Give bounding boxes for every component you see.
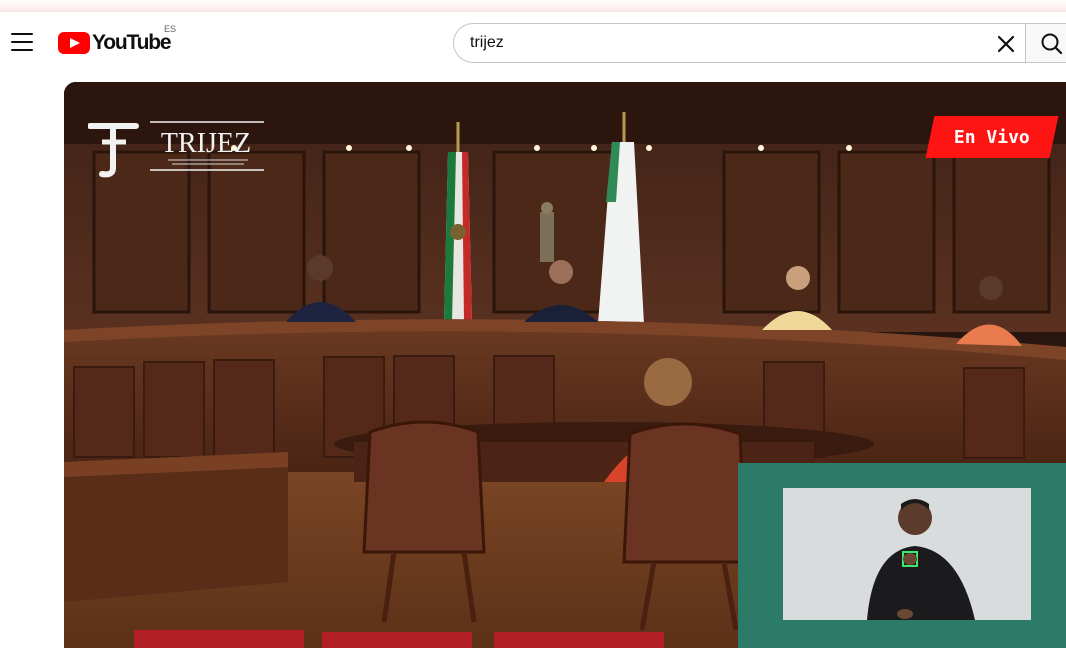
interpreter-video <box>783 488 1031 620</box>
search-icon <box>1041 33 1063 55</box>
country-code: ES <box>164 24 177 34</box>
video-player[interactable]: TRIJEZ En Vivo <box>64 82 1066 648</box>
channel-logo-text: TRIJEZ <box>161 128 251 159</box>
browser-top-strip <box>0 0 1066 12</box>
menu-icon[interactable] <box>8 30 36 54</box>
search-input[interactable] <box>470 24 970 62</box>
search-box <box>453 23 1025 63</box>
trijez-logo-mark: TRIJEZ <box>87 121 264 178</box>
search-button[interactable] <box>1025 23 1066 63</box>
clear-icon <box>997 35 1015 53</box>
channel-logo: TRIJEZ <box>87 118 272 180</box>
live-badge: En Vivo <box>925 116 1059 158</box>
youtube-logo[interactable]: YouTube ES <box>58 24 176 55</box>
interpreter-figure <box>867 499 975 620</box>
youtube-play-icon <box>58 32 90 54</box>
clear-search-button[interactable] <box>992 30 1020 58</box>
sign-language-panel <box>738 463 1066 648</box>
logo-text: YouTube <box>92 31 172 54</box>
live-badge-text: En Vivo <box>954 126 1030 148</box>
masthead: YouTube ES <box>0 14 1066 72</box>
